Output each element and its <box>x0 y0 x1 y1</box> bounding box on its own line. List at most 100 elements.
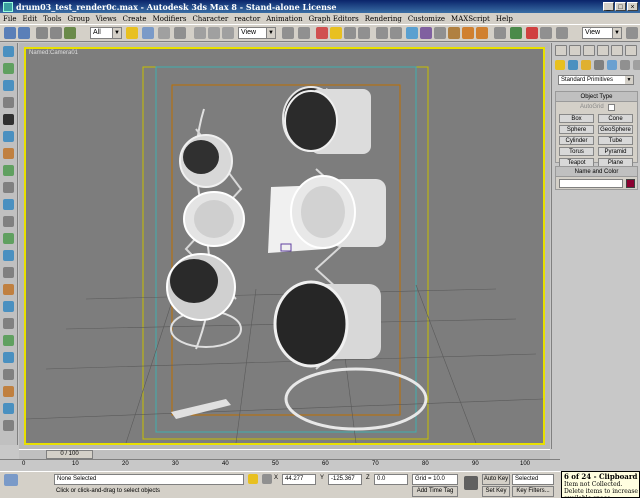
motion-tab-icon[interactable] <box>597 45 609 56</box>
unlink-icon[interactable] <box>50 27 62 39</box>
sphere-button[interactable]: Sphere <box>559 125 594 134</box>
quick-render-icon[interactable] <box>476 27 488 39</box>
bind-spacewarp-icon[interactable] <box>64 27 76 39</box>
overflow-icon[interactable] <box>626 27 638 39</box>
spacewarps-icon[interactable] <box>620 60 630 70</box>
tool-icon[interactable] <box>3 284 14 295</box>
object-name-input[interactable] <box>559 179 623 188</box>
rotate-icon[interactable] <box>208 27 220 39</box>
named-selection-dropdown[interactable]: View ▼ <box>582 27 622 39</box>
layer-manager-icon[interactable] <box>406 27 418 39</box>
menu-views[interactable]: Views <box>93 15 120 23</box>
menu-tools[interactable]: Tools <box>40 15 64 23</box>
tool-icon[interactable] <box>3 165 14 176</box>
cameras-icon[interactable] <box>594 60 604 70</box>
tool-icon[interactable] <box>3 403 14 414</box>
align-icon[interactable] <box>390 27 402 39</box>
material-editor-icon[interactable] <box>448 27 460 39</box>
menu-file[interactable]: File <box>0 15 19 23</box>
z-coordinate-field[interactable]: 0.0 <box>374 474 408 485</box>
key-mode-dropdown[interactable]: Selected <box>512 474 554 485</box>
spinner-snap-icon[interactable] <box>358 27 370 39</box>
undo-icon[interactable] <box>4 27 16 39</box>
cylinder-button[interactable]: Cylinder <box>559 136 594 145</box>
object-type-header[interactable]: Object Type <box>556 92 637 102</box>
menu-reactor[interactable]: reactor <box>231 15 263 23</box>
redo-icon[interactable] <box>18 27 30 39</box>
menu-animation[interactable]: Animation <box>263 15 305 23</box>
effects-icon[interactable] <box>556 27 568 39</box>
menu-graph-editors[interactable]: Graph Editors <box>306 15 362 23</box>
select-by-name-icon[interactable] <box>142 27 154 39</box>
tool-icon[interactable] <box>3 46 14 57</box>
display-tab-icon[interactable] <box>611 45 623 56</box>
menu-edit[interactable]: Edit <box>19 15 40 23</box>
percent-snap-icon[interactable] <box>344 27 356 39</box>
auto-key-button[interactable]: Auto Key <box>482 474 510 485</box>
tool-icon[interactable] <box>3 386 14 397</box>
add-time-tag-button[interactable]: Add Time Tag <box>412 486 458 497</box>
create-tab-icon[interactable] <box>555 45 567 56</box>
menu-rendering[interactable]: Rendering <box>362 15 405 23</box>
tool-icon[interactable] <box>3 369 14 380</box>
tool-icon[interactable] <box>3 233 14 244</box>
tool-icon[interactable] <box>3 114 14 125</box>
snap-toggle-icon[interactable] <box>316 27 328 39</box>
render-scene-icon[interactable] <box>462 27 474 39</box>
systems-icon[interactable] <box>633 60 640 70</box>
object-color-swatch[interactable] <box>626 179 635 188</box>
utilities-tab-icon[interactable] <box>625 45 637 56</box>
maximize-button[interactable]: □ <box>615 2 626 11</box>
key-filters-button[interactable]: Key Filters... <box>512 486 554 497</box>
category-dropdown[interactable]: Standard Primitives ▼ <box>558 75 634 85</box>
move-icon[interactable] <box>194 27 206 39</box>
lock-selection-icon[interactable] <box>248 474 258 484</box>
select-object-icon[interactable] <box>126 27 138 39</box>
tool-icon[interactable] <box>3 318 14 329</box>
environment-icon[interactable] <box>540 27 552 39</box>
camera-viewport[interactable]: Named:Camera01 <box>24 47 545 445</box>
mirror-icon[interactable] <box>376 27 388 39</box>
scale-icon[interactable] <box>222 27 234 39</box>
region-select-icon[interactable] <box>158 27 170 39</box>
tool-icon[interactable] <box>3 301 14 312</box>
render-type-icon[interactable] <box>494 27 506 39</box>
menu-help[interactable]: Help <box>493 15 516 23</box>
menu-modifiers[interactable]: Modifiers <box>150 15 190 23</box>
lights-icon[interactable] <box>581 60 591 70</box>
close-button[interactable]: × <box>627 2 638 11</box>
autogrid-checkbox[interactable] <box>608 104 615 111</box>
tool-icon[interactable] <box>3 148 14 159</box>
cone-button[interactable]: Cone <box>598 114 633 123</box>
tool-icon[interactable] <box>3 352 14 363</box>
geometry-icon[interactable] <box>555 60 565 70</box>
tool-icon[interactable] <box>3 267 14 278</box>
helpers-icon[interactable] <box>607 60 617 70</box>
time-slider[interactable]: 0 / 100 <box>19 449 550 459</box>
tool-icon[interactable] <box>3 250 14 261</box>
manipulate-icon[interactable] <box>298 27 310 39</box>
pivot-center-icon[interactable] <box>282 27 294 39</box>
curve-editor-icon[interactable] <box>420 27 432 39</box>
tool-icon[interactable] <box>3 63 14 74</box>
menu-character[interactable]: Character <box>189 15 231 23</box>
selection-filter-dropdown[interactable]: All ▼ <box>90 27 122 39</box>
clipboard-popup[interactable]: 6 of 24 - Clipboard Item not Collected. … <box>561 471 640 498</box>
y-coordinate-field[interactable]: -125.367 <box>328 474 362 485</box>
name-color-header[interactable]: Name and Color <box>556 167 637 177</box>
track-bar[interactable]: 0 10 20 30 40 50 60 70 80 90 100 <box>0 459 560 471</box>
menu-maxscript[interactable]: MAXScript <box>448 15 493 23</box>
tool-icon[interactable] <box>3 80 14 91</box>
tool-icon[interactable] <box>3 97 14 108</box>
torus-button[interactable]: Torus <box>559 147 594 156</box>
reference-coord-dropdown[interactable]: View ▼ <box>238 27 276 39</box>
set-key-button[interactable]: Set Key <box>482 486 510 497</box>
app-icon[interactable] <box>3 1 13 12</box>
tool-icon[interactable] <box>3 182 14 193</box>
active-shade-icon[interactable] <box>526 27 538 39</box>
x-coordinate-field[interactable]: 44.277 <box>282 474 316 485</box>
tool-icon[interactable] <box>3 420 14 431</box>
menu-customize[interactable]: Customize <box>405 15 448 23</box>
angle-snap-icon[interactable] <box>330 27 342 39</box>
schematic-view-icon[interactable] <box>434 27 446 39</box>
